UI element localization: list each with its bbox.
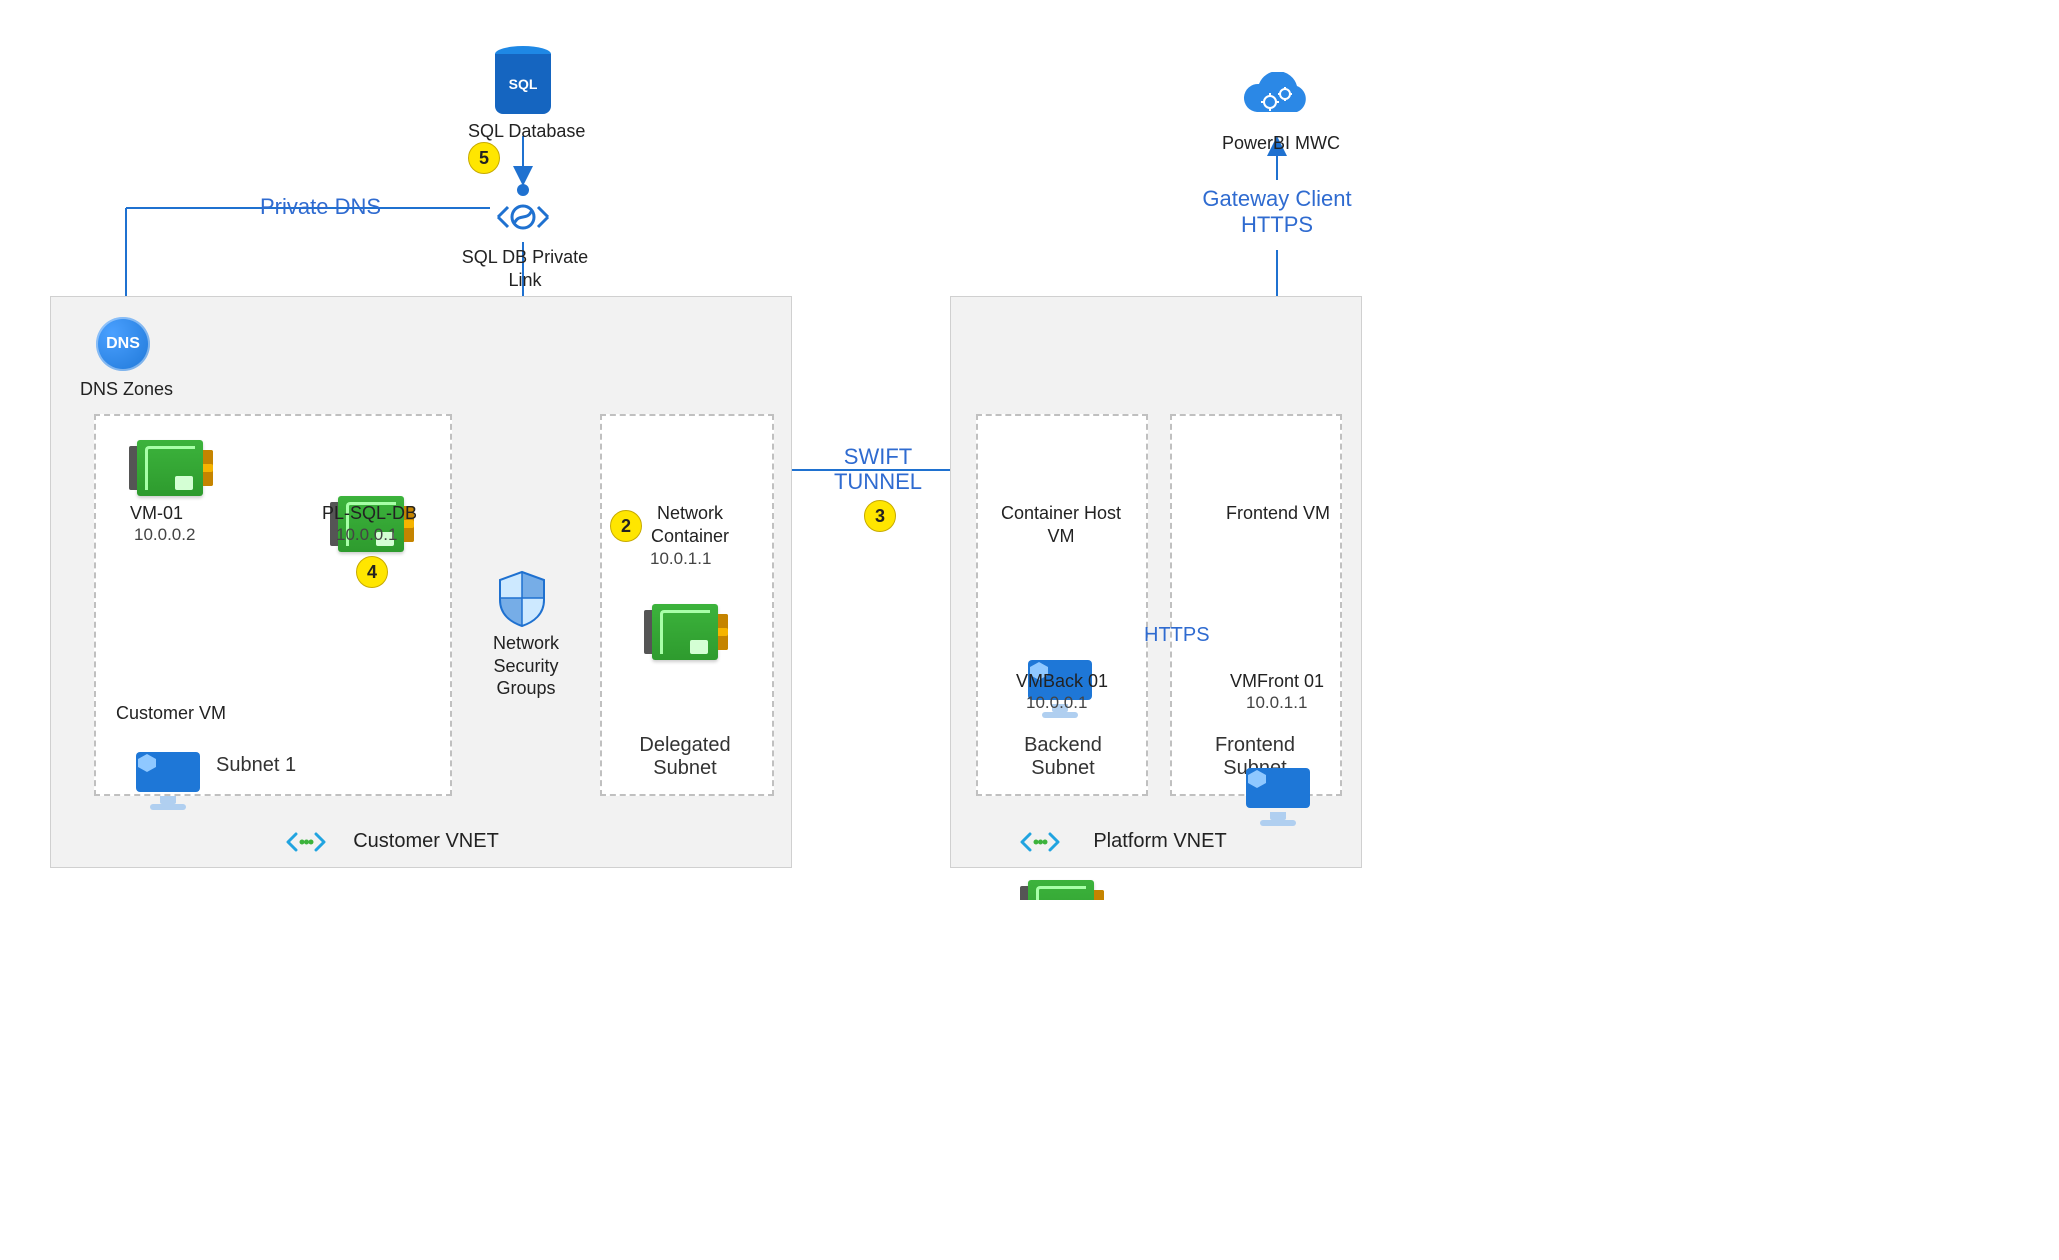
customer-vnet-title: Customer VNET [286,830,566,853]
step-marker-3: 3 [864,500,896,532]
powerbi-label: PowerBI MWC [1222,132,1340,155]
gateway-client-label: Gateway Client HTTPS [1202,186,1352,239]
text: SWIFT [844,444,912,469]
network-container-label: Network Container [640,502,740,547]
plsqldb-ip: 10.0.0.1 [336,524,397,545]
private-dns-label: Private DNS [260,194,381,220]
swift-tunnel-label: SWIFT TUNNEL [828,444,928,495]
customer-vm-icon [136,752,200,804]
private-link-label: SQL DB Private Link [460,246,590,291]
sql-database-icon: SQL [495,46,551,114]
step-marker-5: 5 [468,142,500,174]
text: VM [1048,526,1075,546]
text: Backend [1024,734,1102,756]
text: Container Host [1001,503,1121,523]
container-host-label: Container Host VM [996,502,1126,547]
nsg-shield-icon [496,568,548,628]
text: TUNNEL [834,469,922,494]
vmfront01-ip: 10.0.1.1 [1246,692,1307,713]
text: SQL DB Private [462,247,588,267]
text: HTTPS [1241,212,1313,237]
nsg-label: Network Security Groups [486,632,566,700]
frontend-vm-label: Frontend VM [1226,502,1330,525]
text: Network [493,633,559,653]
dns-zones-icon: DNS [96,317,150,371]
vmfront01-name: VMFront 01 [1230,670,1324,693]
vm01-name: VM-01 [130,502,183,525]
network-container-ip: 10.0.1.1 [650,548,711,569]
platform-vnet-title: Platform VNET [1020,830,1300,853]
backend-subnet-title: Backend Subnet [1008,734,1118,780]
text: Subnet [1031,757,1094,779]
step-marker-2: 2 [610,510,642,542]
text: Platform VNET [1093,830,1226,853]
text: Customer VNET [353,830,499,853]
delegated-subnet-title: Delegated Subnet [630,734,740,780]
frontend-vm-icon [1246,768,1310,820]
network-container-nic-icon [652,604,718,660]
text: Security [493,656,558,676]
vm01-ip: 10.0.0.2 [134,524,195,545]
text: Groups [496,678,555,698]
plsqldb-name: PL-SQL-DB [322,502,417,525]
text: Network [657,503,723,523]
https-label: HTTPS [1144,624,1210,647]
private-link-icon [493,192,553,242]
text: Container [651,526,729,546]
text: DNS [106,335,140,353]
vnet-icon [286,830,326,854]
customer-vm-label: Customer VM [116,702,226,725]
vm01-nic-icon [137,440,203,496]
vmback01-nic-icon [1028,880,1094,900]
dns-zones-label: DNS Zones [80,378,173,401]
step-marker-4: 4 [356,556,388,588]
subnet-1-title: Subnet 1 [216,754,296,777]
text: Link [508,270,541,290]
text: Gateway Client [1202,186,1351,211]
vmback01-ip: 10.0.0.1 [1026,692,1087,713]
text: Delegated [639,734,730,756]
text: Subnet [653,757,716,779]
sql-database-label: SQL Database [468,120,585,143]
text: Frontend [1215,734,1295,756]
vnet-icon [1020,830,1060,854]
vmback01-name: VMBack 01 [1016,670,1108,693]
